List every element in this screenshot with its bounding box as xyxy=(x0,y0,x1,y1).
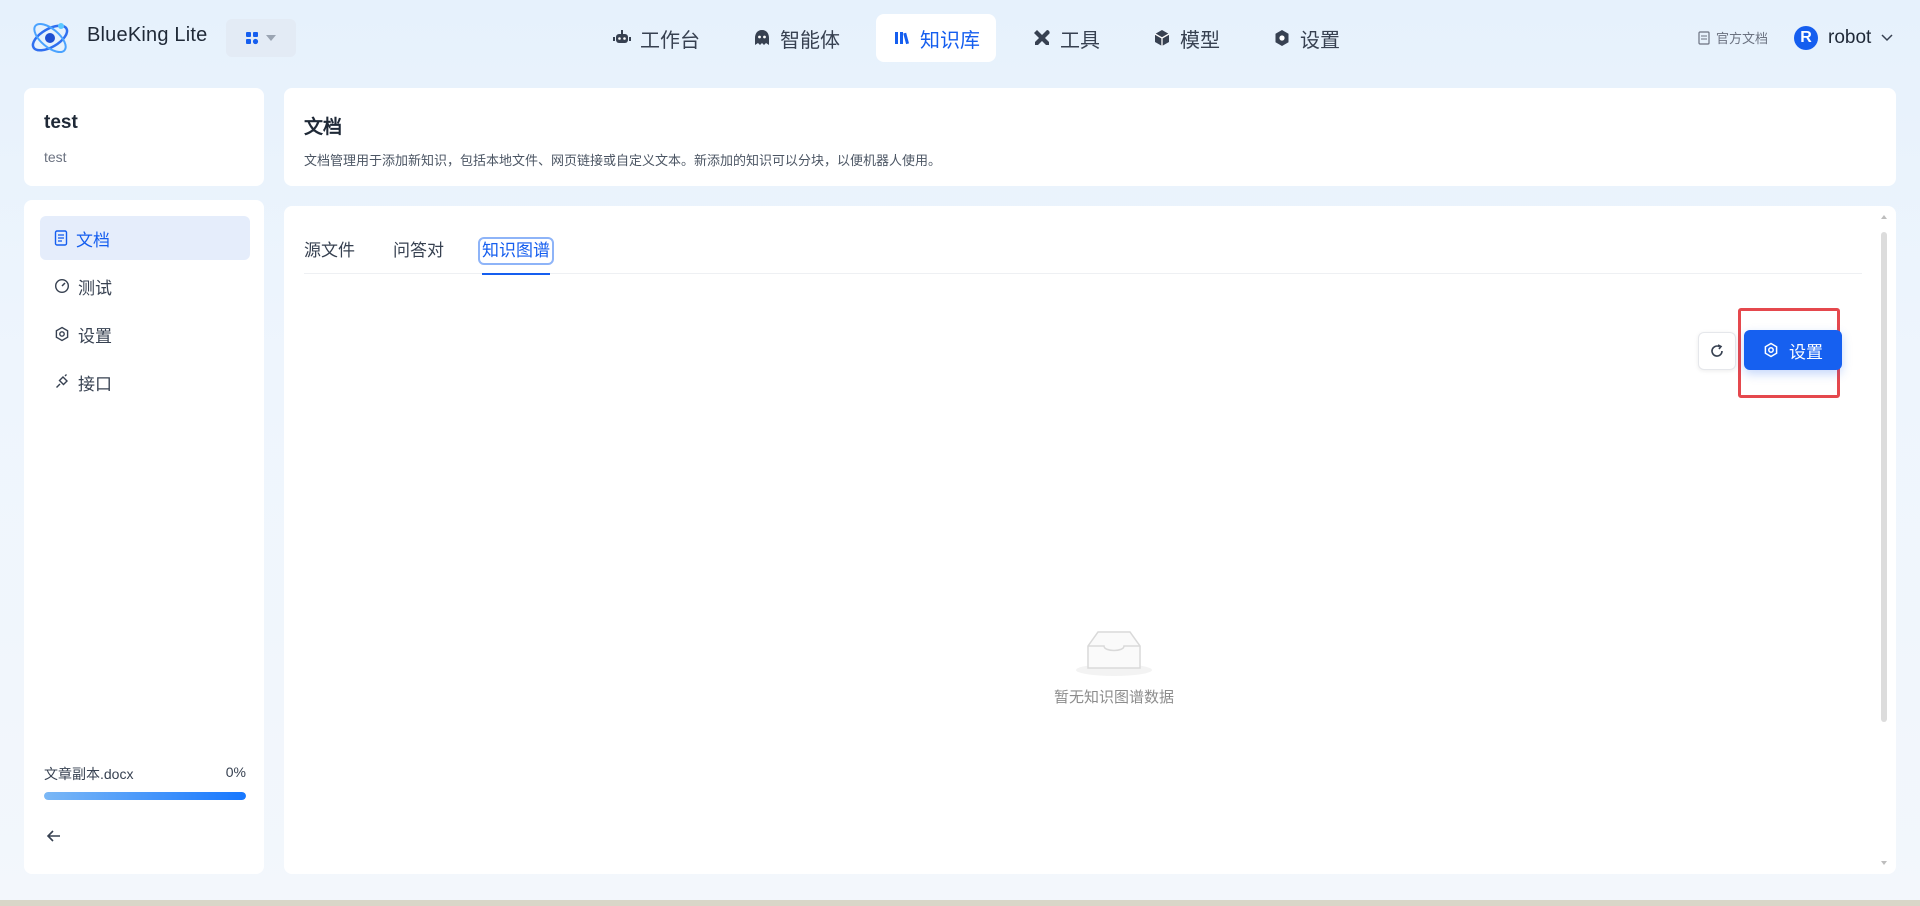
sidebar-item-label: 设置 xyxy=(78,326,112,347)
nav-label: 知识库 xyxy=(920,27,980,52)
nav-label: 设置 xyxy=(1300,27,1340,52)
graph-settings-button[interactable]: 设置 xyxy=(1744,330,1842,370)
gear-icon xyxy=(1764,342,1778,358)
sidebar-item-documents[interactable]: 文档 xyxy=(40,216,250,260)
nav-item-models[interactable]: 模型 xyxy=(1136,14,1236,62)
tab-source-files[interactable]: 源文件 xyxy=(304,224,355,274)
gear-icon xyxy=(55,326,69,342)
upload-file-name: 文章副本.docx xyxy=(44,766,134,782)
gear-icon xyxy=(1275,30,1289,46)
user-name: robot xyxy=(1828,27,1872,48)
nav-label: 模型 xyxy=(1180,27,1220,52)
refresh-icon xyxy=(1711,344,1723,357)
tab-label: 知识图谱 xyxy=(478,237,554,265)
document-icon xyxy=(1698,30,1710,45)
scroll-up-icon xyxy=(1881,215,1887,219)
nav-item-settings[interactable]: 设置 xyxy=(1256,14,1356,62)
cube-icon xyxy=(1154,30,1170,46)
scrollbar-thumb[interactable] xyxy=(1881,232,1887,722)
nav-label: 工具 xyxy=(1060,27,1100,52)
sidebar-item-api[interactable]: 接口 xyxy=(40,360,250,404)
tab-knowledge-graph[interactable]: 知识图谱 xyxy=(478,224,554,275)
user-menu[interactable]: R robot xyxy=(1794,26,1893,50)
scroll-down-icon xyxy=(1881,861,1887,865)
knowledge-base-info-card: test test xyxy=(24,88,264,186)
library-icon xyxy=(895,32,910,45)
sidebar-item-label: 接口 xyxy=(78,374,112,395)
sidebar-item-label: 文档 xyxy=(76,230,110,251)
settings-button-label: 设置 xyxy=(1789,342,1823,363)
agent-icon xyxy=(755,30,769,45)
sidebar-item-label: 测试 xyxy=(78,278,112,299)
page-description: 文档管理用于添加新知识，包括本地文件、网页链接或自定义文本。新添加的知识可以分块… xyxy=(304,154,942,169)
app-switcher-button[interactable] xyxy=(226,19,296,57)
upload-progress: 文章副本.docx 0% xyxy=(44,764,246,800)
blueking-logo-icon[interactable] xyxy=(28,16,72,60)
sidebar-menu: 文档 测试 设置 接口 xyxy=(40,216,250,408)
nav-item-tools[interactable]: 工具 xyxy=(1016,14,1116,62)
chevron-down-icon xyxy=(1881,34,1893,42)
nav-label: 智能体 xyxy=(780,27,840,52)
progress-bar-fill xyxy=(44,792,246,800)
official-docs-label: 官方文档 xyxy=(1716,32,1769,47)
document-icon xyxy=(54,230,68,246)
refresh-button[interactable] xyxy=(1698,332,1736,370)
nav-item-agents[interactable]: 智能体 xyxy=(736,14,856,62)
tab-label: 源文件 xyxy=(304,241,355,261)
brand-name: BlueKing Lite xyxy=(87,24,208,46)
knowledge-base-name: test xyxy=(44,112,78,133)
window-bottom-edge xyxy=(0,900,1920,906)
nav-label: 工作台 xyxy=(640,27,700,52)
scrollbar[interactable] xyxy=(1878,212,1890,868)
official-docs-link[interactable]: 官方文档 xyxy=(1698,28,1768,47)
sidebar: 文档 测试 设置 接口 文章副本.docx 0% xyxy=(24,200,264,874)
avatar: R xyxy=(1794,26,1818,50)
empty-inbox-icon xyxy=(1076,631,1152,676)
tab-label: 问答对 xyxy=(393,241,444,261)
tools-icon xyxy=(1034,30,1050,45)
empty-state-text: 暂无知识图谱数据 xyxy=(1053,688,1174,706)
upload-progress-text: 0% xyxy=(225,764,246,780)
page-title: 文档 xyxy=(304,116,343,138)
progress-bar xyxy=(44,792,246,800)
caret-down-icon xyxy=(266,35,276,41)
content-panel: 源文件 问答对 知识图谱 设置 暂无知识图谱数据 xyxy=(284,206,1896,874)
robot-icon xyxy=(613,30,631,43)
nav-item-workbench[interactable]: 工作台 xyxy=(596,14,716,62)
main-nav: 工作台 智能体 知识库 工具 模型 设置 xyxy=(596,14,1376,62)
apps-icon xyxy=(246,32,259,45)
knowledge-base-description: test xyxy=(44,149,67,165)
sidebar-item-settings[interactable]: 设置 xyxy=(40,312,250,356)
page-header-card: 文档 文档管理用于添加新知识，包括本地文件、网页链接或自定义文本。新添加的知识可… xyxy=(284,88,1896,186)
top-header: BlueKing Lite 工作台 智能体 知识库 工具 模型 设置 官方文档 … xyxy=(0,0,1920,76)
tab-qa-pairs[interactable]: 问答对 xyxy=(393,224,444,274)
plug-icon xyxy=(56,374,68,388)
tab-bar: 源文件 问答对 知识图谱 xyxy=(304,224,1862,275)
gauge-icon xyxy=(54,278,70,294)
nav-item-knowledge-base[interactable]: 知识库 xyxy=(876,14,996,62)
sidebar-item-testing[interactable]: 测试 xyxy=(40,264,250,308)
back-arrow-icon[interactable] xyxy=(44,826,64,846)
empty-state: 暂无知识图谱数据 xyxy=(984,626,1244,707)
